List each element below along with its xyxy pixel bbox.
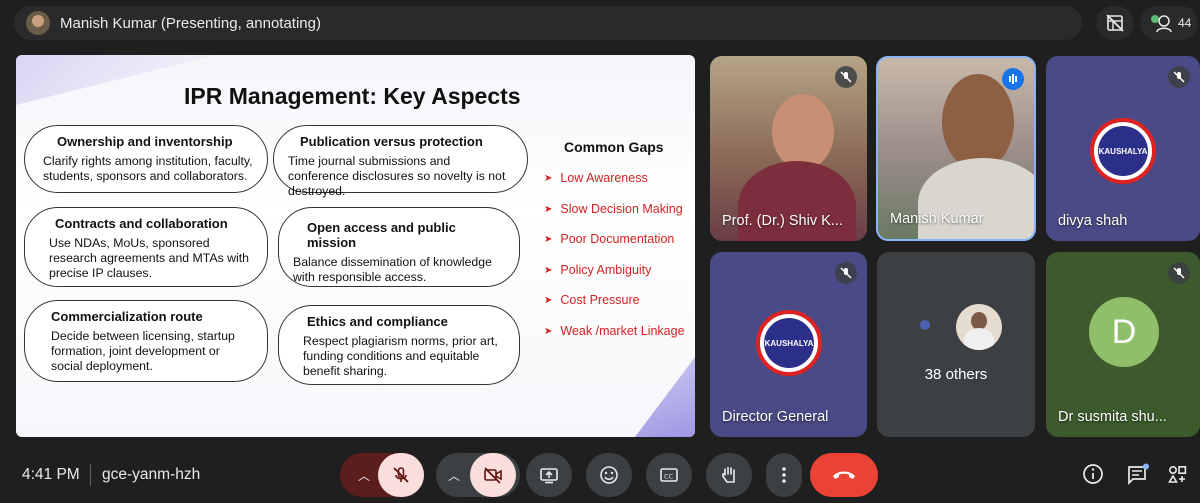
aspect-body: Respect plagiarism norms, prior art, fun…: [303, 334, 498, 378]
reactions-button[interactable]: [586, 453, 632, 497]
raise-hand-icon: [721, 466, 735, 483]
divider: [90, 464, 91, 486]
aspect-body: Time journal submissions and conference …: [288, 154, 506, 198]
hide-tiles-icon: [1106, 14, 1124, 32]
chat-icon: [1128, 463, 1149, 486]
participant-name: Dr susmita shu...: [1058, 409, 1167, 425]
initial-avatar: D: [1089, 297, 1159, 367]
participant-name: Director General: [722, 409, 829, 425]
layout-button[interactable]: [1096, 6, 1134, 40]
meeting-details-button[interactable]: [1082, 463, 1104, 490]
aspect-title: Open access and public mission: [307, 220, 456, 250]
emoji-icon: [600, 466, 618, 484]
raise-hand-button[interactable]: [706, 453, 752, 497]
gap-item: ➤ Slow Decision Making: [544, 201, 683, 216]
gap-item: ➤ Weak /market Linkage: [544, 323, 685, 338]
participant-tile-shiv[interactable]: Prof. (Dr.) Shiv K...: [710, 56, 867, 241]
chat-button[interactable]: [1126, 463, 1150, 492]
participant-video: [738, 161, 856, 241]
mic-off-icon: [393, 467, 409, 483]
svg-text:CC: CC: [664, 473, 674, 481]
current-time: 4:41 PM: [22, 466, 80, 483]
participant-mini-avatar: [956, 304, 1002, 350]
more-options-button[interactable]: [766, 453, 802, 497]
others-count-label: 38 others: [924, 366, 988, 383]
mic-off-icon: [835, 262, 857, 284]
slide-decoration: [635, 357, 695, 437]
presenter-label: Manish Kumar (Presenting, annotating): [60, 14, 321, 32]
captions-button[interactable]: CC: [646, 453, 692, 497]
presenter-bar: Manish Kumar (Presenting, annotating): [14, 6, 1082, 40]
participant-tile-divya[interactable]: KAUSHALYA divya shah: [1046, 56, 1200, 241]
aspect-title: Contracts and collaboration: [55, 216, 228, 231]
participant-name: Manish Kumar: [890, 211, 984, 227]
video-options-chevron-icon[interactable]: ︿: [448, 467, 460, 484]
leave-call-button[interactable]: [810, 453, 878, 497]
present-screen-icon: [540, 468, 558, 484]
aspect-commercialization: Commercialization route Decide between l…: [24, 300, 268, 382]
mic-off-icon: [835, 66, 857, 88]
audio-options-chevron-icon[interactable]: ︿: [358, 467, 370, 484]
activities-button[interactable]: [1166, 463, 1188, 490]
aspect-ownership: Ownership and inventorship Clarify right…: [24, 125, 268, 193]
kaushalya-logo: KAUSHALYA: [1090, 118, 1156, 184]
aspect-body: Balance dissemination of knowledge with …: [293, 255, 492, 284]
aspect-body: Use NDAs, MoUs, sponsored research agree…: [49, 236, 250, 280]
mic-off-icon: [1168, 66, 1190, 88]
camera-toggle-button[interactable]: [470, 453, 516, 497]
meeting-code: gce-yanm-hzh: [102, 466, 201, 483]
aspect-contracts: Contracts and collaboration Use NDAs, Mo…: [24, 207, 268, 287]
gap-item: ➤ Cost Pressure: [544, 293, 640, 307]
gap-item: ➤ Low Awareness: [544, 171, 648, 185]
participant-tile-susmita[interactable]: D Dr susmita shu...: [1046, 252, 1200, 437]
aspect-title: Ethics and compliance: [307, 314, 448, 329]
participant-video: [942, 74, 1014, 170]
speaking-indicator-icon: [1002, 68, 1024, 90]
participant-mini-avatar: [920, 320, 930, 330]
arrow-bullet-icon: ➤: [544, 295, 553, 306]
kaushalya-logo: KAUSHALYA: [756, 310, 822, 376]
arrow-bullet-icon: ➤: [544, 264, 553, 276]
present-screen-button[interactable]: [526, 453, 572, 497]
people-button[interactable]: 44: [1140, 6, 1198, 40]
aspect-body: Decide between licensing, startup format…: [51, 329, 235, 373]
arrow-bullet-icon: ➤: [544, 203, 553, 215]
slide-title: IPR Management: Key Aspects: [184, 83, 521, 109]
aspect-title: Publication versus protection: [300, 134, 483, 149]
aspect-title: Ownership and inventorship: [57, 134, 233, 149]
end-call-icon: [833, 471, 855, 479]
participant-video: [918, 158, 1034, 239]
call-controls-bar: 4:41 PM gce-yanm-hzh ︿ ︿ CC: [0, 448, 1200, 503]
aspect-open-access: Open access and public mission Balance d…: [278, 207, 520, 287]
arrow-bullet-icon: ➤: [544, 325, 553, 337]
arrow-bullet-icon: ➤: [544, 173, 553, 184]
aspect-ethics: Ethics and compliance Respect plagiarism…: [278, 305, 520, 385]
info-icon: [1083, 464, 1103, 484]
people-icon: [1151, 15, 1172, 33]
participant-count: 44: [1178, 16, 1192, 30]
aspect-title: Commercialization route: [51, 309, 203, 324]
camera-off-icon: [484, 467, 502, 484]
gap-item: ➤ Poor Documentation: [544, 232, 675, 246]
participant-tile-manish[interactable]: Manish Kumar: [876, 56, 1036, 241]
mic-toggle-button[interactable]: [378, 453, 424, 497]
participant-tile-others[interactable]: 38 others: [877, 252, 1035, 437]
common-gaps-title: Common Gaps: [564, 139, 664, 155]
participant-video: [772, 94, 834, 170]
participant-name: Prof. (Dr.) Shiv K...: [722, 213, 843, 229]
mic-off-icon: [1168, 262, 1190, 284]
presenter-avatar: [26, 11, 50, 35]
activities-icon: [1168, 465, 1187, 483]
aspect-publication: Publication versus protection Time journ…: [273, 125, 528, 198]
arrow-bullet-icon: ➤: [544, 234, 553, 245]
aspect-body: Clarify rights among institution, facult…: [43, 154, 253, 183]
gap-item: ➤ Policy Ambiguity: [544, 262, 652, 277]
participant-tile-director[interactable]: KAUSHALYA Director General: [710, 252, 867, 437]
participant-name: divya shah: [1058, 213, 1128, 229]
common-gaps-list: ➤ Low Awareness ➤ Slow Decision Making ➤ Po…: [544, 171, 685, 354]
captions-icon: CC: [660, 468, 678, 482]
more-vert-icon: [782, 467, 786, 483]
presentation-slide: IPR Management: Key Aspects Ownership an…: [16, 55, 695, 437]
